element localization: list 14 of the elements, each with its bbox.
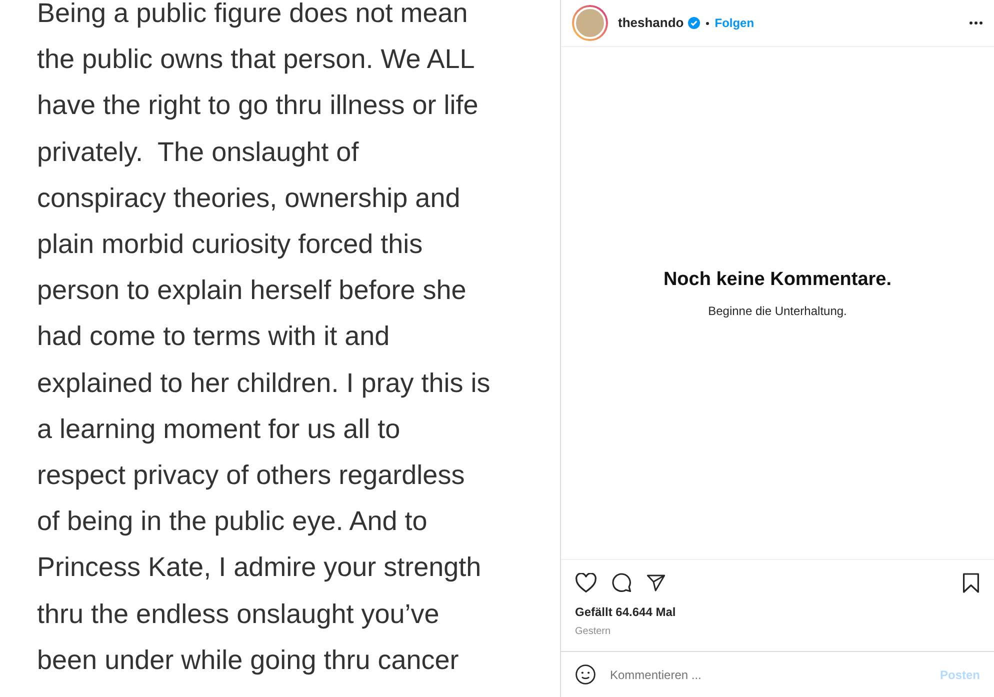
comment-icon[interactable]: [611, 572, 632, 593]
avatar[interactable]: [572, 5, 608, 41]
post-date: Gestern: [575, 625, 612, 639]
bookmark-icon[interactable]: [962, 572, 980, 592]
more-options-icon[interactable]: [969, 21, 983, 25]
heart-icon[interactable]: [575, 572, 597, 592]
likes-count[interactable]: Gefällt 64.644 Mal: [575, 603, 980, 621]
emoji-icon[interactable]: [575, 664, 596, 685]
username-link[interactable]: theshando: [618, 13, 684, 33]
post-text: Being a public figure does not mean the public owns that person. We ALL have the right to go thru illness or life privately. The onslaught of conspiracy theories, ownership and plain morbid curiosity forced this person to explain herself before she had come to terms with it and explained to her children. I pray this is a learning moment for us all to respect privacy of others regardless of being in the public eye. And to Princess Kate, I admire your strength thru the endless onslaught you’ve been under while going thru cancer: [37, 0, 490, 677]
empty-comments-title: Noch keine Kommentare.: [663, 268, 892, 292]
comment-input-field[interactable]: Kommentieren ...: [610, 666, 940, 684]
share-icon[interactable]: [646, 572, 666, 592]
empty-comments-subtitle: Beginne die Unterhaltung.: [708, 303, 847, 320]
